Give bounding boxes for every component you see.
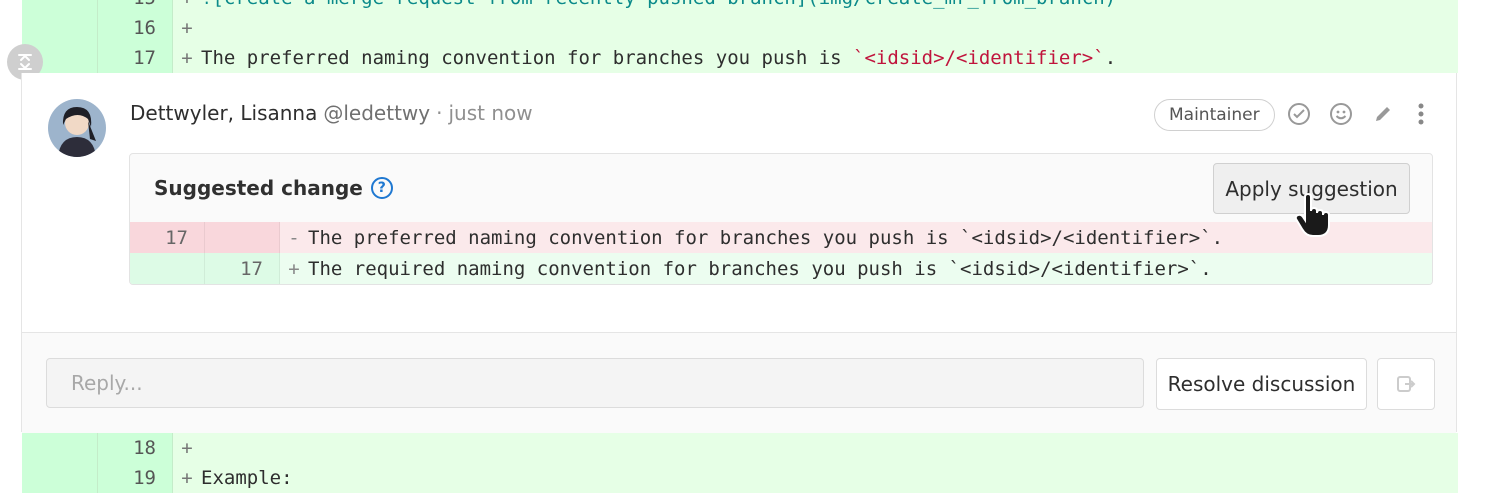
new-line-number (205, 222, 280, 253)
create-issue-icon (1397, 376, 1416, 392)
line-number: 19 (98, 463, 173, 493)
note-header: Dettwyler, Lisanna @ledettwy · just now (130, 101, 533, 125)
code-line: The preferred naming convention for bran… (201, 47, 1117, 69)
suggested-change-title: Suggested change ? (154, 176, 393, 200)
role-badge: Maintainer (1154, 99, 1275, 131)
code-line: The preferred naming convention for bran… (308, 226, 1224, 249)
line-number: 18 (98, 433, 173, 463)
pencil-edit-icon[interactable] (1370, 101, 1396, 127)
resolve-discussion-button[interactable]: Resolve discussion (1156, 358, 1367, 410)
separator: · (436, 101, 443, 125)
help-icon[interactable]: ? (370, 177, 393, 199)
suggestion-added-line: 17 + The required naming convention for … (130, 253, 1432, 284)
reply-input[interactable]: Reply... (46, 358, 1144, 408)
old-line-number: 17 (130, 222, 205, 253)
suggested-change-box: Suggested change ? Apply suggestion 17 -… (129, 153, 1433, 285)
avatar[interactable] (48, 99, 106, 157)
timestamp[interactable]: just now (448, 101, 532, 125)
diff-line-18: 18 + (22, 433, 1458, 463)
diff-line-15: 15 + ![create a merge request from recen… (22, 0, 1458, 13)
author-name[interactable]: Dettwyler, Lisanna (130, 101, 317, 125)
line-number: 15 (98, 0, 173, 13)
line-number: 17 (98, 43, 173, 73)
suggestion-removed-line: 17 - The preferred naming convention for… (130, 222, 1432, 253)
discussion-thread: Dettwyler, Lisanna @ledettwy · just now … (21, 73, 1457, 433)
code-line: Example: (201, 467, 293, 489)
hand-cursor-icon (1293, 192, 1333, 239)
old-line-number (130, 253, 205, 284)
code-line: The required naming convention for branc… (308, 257, 1212, 280)
diff-line-17: 17 + The preferred naming convention for… (22, 43, 1458, 73)
new-line-number: 17 (205, 253, 280, 284)
emoji-smile-icon[interactable] (1328, 101, 1354, 127)
reply-area: Reply... Resolve discussion (22, 332, 1456, 433)
create-issue-button[interactable] (1377, 358, 1435, 410)
code-line: ![create a merge request from recently p… (201, 0, 1116, 9)
line-number: 16 (98, 13, 173, 43)
diff-line-19: 19 + Example: (22, 463, 1458, 493)
resolve-check-icon[interactable] (1286, 101, 1312, 127)
diff-line-16: 16 + (22, 13, 1458, 43)
more-actions-icon[interactable] (1408, 101, 1434, 127)
author-handle[interactable]: @ledettwy (323, 101, 430, 125)
